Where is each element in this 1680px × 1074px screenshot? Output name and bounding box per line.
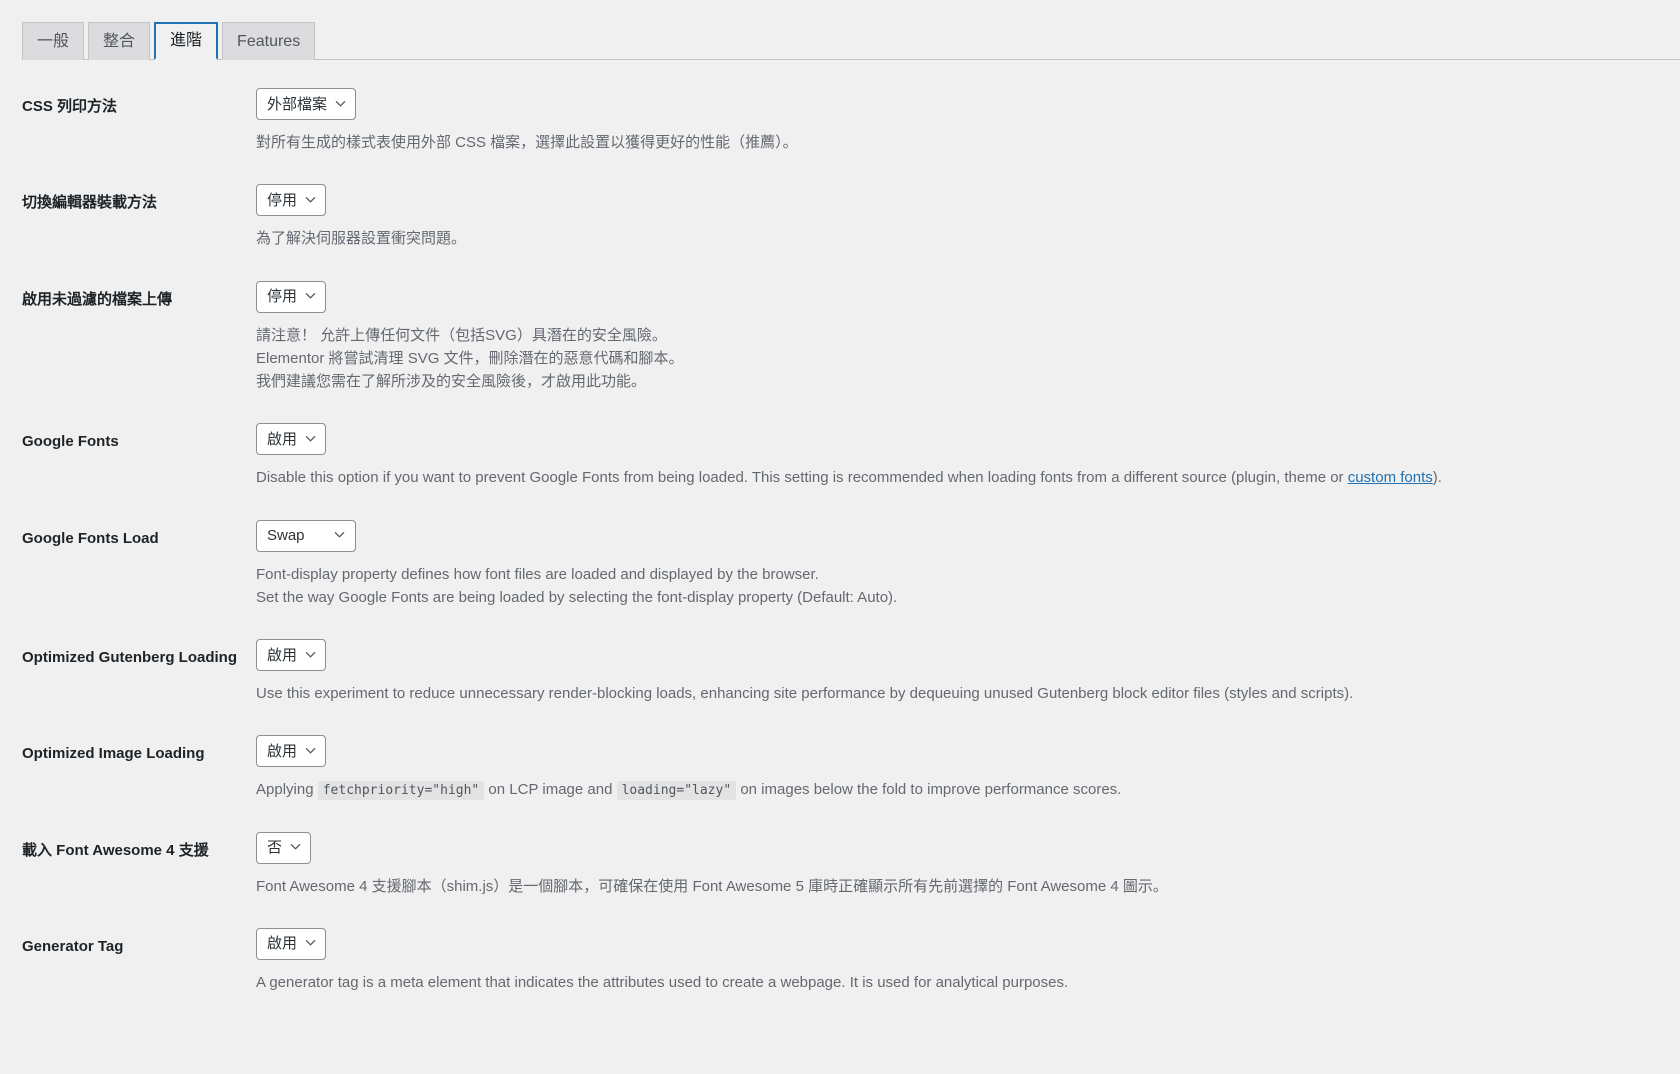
setting-select-value: Swap (267, 527, 305, 544)
description-line: A generator tag is a meta element that i… (256, 973, 1069, 991)
setting-label: Generator Tag (22, 937, 124, 955)
setting-select-value: 啟用 (267, 646, 298, 664)
setting-row: 載入 Font Awesome 4 支援 否 Font Awesome 4 支援腳本… (0, 831, 1680, 928)
setting-select-value: 停用 (267, 288, 298, 305)
description-text-after: ). (1432, 469, 1442, 487)
tab-0[interactable]: 一般 (22, 22, 85, 60)
setting-label: CSS 列印方法 (22, 98, 118, 115)
setting-field: 啟用 A generator tag is a meta element that… (256, 927, 1680, 1024)
setting-select[interactable]: 啟用 (256, 423, 327, 456)
tab-active-2[interactable]: 進階 (154, 22, 219, 60)
setting-label: Google Fonts (22, 433, 119, 451)
chevron-down-icon (334, 529, 345, 540)
setting-field: Swap Font-display property defines how fo… (256, 519, 1680, 640)
chevron-down-icon (305, 745, 316, 756)
setting-select-value: 啟用 (267, 430, 298, 448)
chevron-down-icon (290, 841, 301, 852)
description-line: 對所有生成的樣式表使用外部 CSS 檔案，選擇此設置以獲得更好的性能（推薦）。 (256, 134, 798, 151)
setting-row: 切換編輯器裝載方法 停用為了解決伺服器設置衝突問題。 (0, 184, 1680, 280)
setting-row: Generator Tag 啟用 A generator tag is a meta… (0, 927, 1680, 1024)
setting-label: 啟用未過濾的檔案上傳 (22, 290, 173, 308)
setting-description: 對所有生成的樣式表使用外部 CSS 檔案，選擇此設置以獲得更好的性能（推薦）。 (256, 131, 1680, 154)
description-line: Elementor 將嘗試清理 SVG 文件，刪除潛在的惡意代碼和腳本。 (256, 349, 684, 367)
setting-select[interactable]: 否 (256, 831, 312, 864)
setting-field: 停用請注意！ 允許上傳任何文件（包括SVG）具潛在的安全風險。 Elementor… (256, 280, 1680, 424)
setting-select[interactable]: 啟用 (256, 735, 327, 768)
setting-select[interactable]: Swap (256, 519, 356, 552)
description-text-1: Applying (256, 781, 318, 799)
description-line: Font Awesome 4 支援腳本（shim.js）是一個腳本，可確保在使用… (256, 877, 1168, 895)
setting-label: 載入 Font Awesome 4 支援 (22, 841, 209, 859)
setting-label: Optimized Image Loading (22, 745, 205, 763)
setting-field: 外部檔案對所有生成的樣式表使用外部 CSS 檔案，選擇此設置以獲得更好的性能（推… (256, 88, 1680, 184)
setting-field: 啟用 Disable this option if you want to pre… (256, 423, 1680, 519)
advanced-settings-form: CSS 列印方法 外部檔案對所有生成的樣式表使用外部 CSS 檔案，選擇此設置以獲… (0, 50, 1680, 1024)
chevron-down-icon (305, 937, 316, 948)
chevron-down-icon (305, 194, 316, 205)
settings-tabs: 一般 整合 進階 Features (22, 22, 1680, 60)
description-line: Set the way Google Fonts are being loade… (256, 588, 898, 606)
setting-description: 為了解決伺服器設置衝突問題。 (256, 227, 1680, 250)
description-line: Use this experiment to reduce unnecessar… (256, 685, 1354, 702)
setting-label: Google Fonts Load (22, 529, 159, 547)
description-line: Font-display property defines how font f… (256, 565, 819, 583)
settings-tabs-bar: 一般 整合 進階 Features (0, 0, 1680, 60)
setting-description: Font Awesome 4 支援腳本（shim.js）是一個腳本，可確保在使用… (256, 875, 1680, 898)
setting-row: CSS 列印方法 外部檔案對所有生成的樣式表使用外部 CSS 檔案，選擇此設置以獲… (0, 88, 1680, 184)
setting-row: Google Fonts Load Swap Font-display proper… (0, 519, 1680, 640)
description-text-2: on LCP image and (484, 781, 617, 799)
setting-select-value: 停用 (267, 191, 298, 209)
setting-select[interactable]: 停用 (256, 184, 327, 217)
setting-description: Use this experiment to reduce unnecessar… (256, 682, 1680, 705)
setting-select[interactable]: 啟用 (256, 927, 327, 960)
description-line: 為了解決伺服器設置衝突問題。 (256, 230, 467, 248)
setting-select-value: 否 (267, 839, 283, 856)
setting-field: 啟用 Use this experiment to reduce unnecess… (256, 639, 1680, 735)
setting-label: 切換編輯器裝載方法 (22, 194, 158, 212)
setting-field: 否 Font Awesome 4 支援腳本（shim.js）是一個腳本，可確保在使… (256, 831, 1680, 928)
tab-3[interactable]: Features (222, 22, 316, 60)
description-line: 我們建議您需在了解所涉及的安全風險後，才啟用此功能。 (256, 373, 647, 390)
setting-description: A generator tag is a meta element that i… (256, 971, 1680, 994)
setting-row: 啟用未過濾的檔案上傳 停用請注意！ 允許上傳任何文件（包括SVG）具潛在的安全風險… (0, 280, 1680, 424)
description-text-before: Disable this option if you want to preve… (256, 469, 1348, 487)
setting-description: Applying fetchpriority="high" on LCP ima… (256, 778, 1680, 801)
setting-select[interactable]: 停用 (256, 280, 327, 313)
code-snippet-loading: loading="lazy" (616, 781, 737, 801)
setting-select[interactable]: 外部檔案 (256, 88, 357, 120)
setting-row: Optimized Gutenberg Loading 啟用 Use this ex… (0, 639, 1680, 735)
description-line: Applying fetchpriority="high" on LCP ima… (256, 778, 1680, 801)
setting-select[interactable]: 啟用 (256, 639, 327, 671)
description-text-3: on images below the fold to improve perf… (736, 781, 1122, 799)
setting-description: Font-display property defines how font f… (256, 563, 1680, 610)
chevron-down-icon (305, 649, 316, 660)
setting-select-value: 外部檔案 (267, 95, 328, 113)
description-line: 請注意！ 允許上傳任何文件（包括SVG）具潛在的安全風險。 (256, 326, 667, 344)
setting-description: Disable this option if you want to preve… (256, 466, 1680, 489)
setting-label: Optimized Gutenberg Loading (22, 649, 237, 666)
setting-row: Optimized Image Loading 啟用 Applying fetchp… (0, 735, 1680, 831)
setting-field: 停用為了解決伺服器設置衝突問題。 (256, 184, 1680, 280)
chevron-down-icon (305, 290, 316, 301)
chevron-down-icon (305, 433, 316, 444)
setting-row: Google Fonts 啟用 Disable this option if you… (0, 423, 1680, 519)
code-snippet-fetchpriority: fetchpriority="high" (317, 781, 485, 801)
setting-select-value: 啟用 (267, 742, 298, 760)
setting-field: 啟用 Applying fetchpriority="high" on LCP i… (256, 735, 1680, 831)
setting-select-value: 啟用 (267, 935, 298, 953)
chevron-down-icon (335, 98, 346, 109)
tab-1[interactable]: 整合 (88, 22, 151, 60)
setting-description: 請注意！ 允許上傳任何文件（包括SVG）具潛在的安全風險。 Elementor 將… (256, 324, 1680, 394)
description-line: Disable this option if you want to preve… (256, 466, 1680, 489)
custom-fonts-link[interactable]: custom fonts (1348, 469, 1433, 486)
